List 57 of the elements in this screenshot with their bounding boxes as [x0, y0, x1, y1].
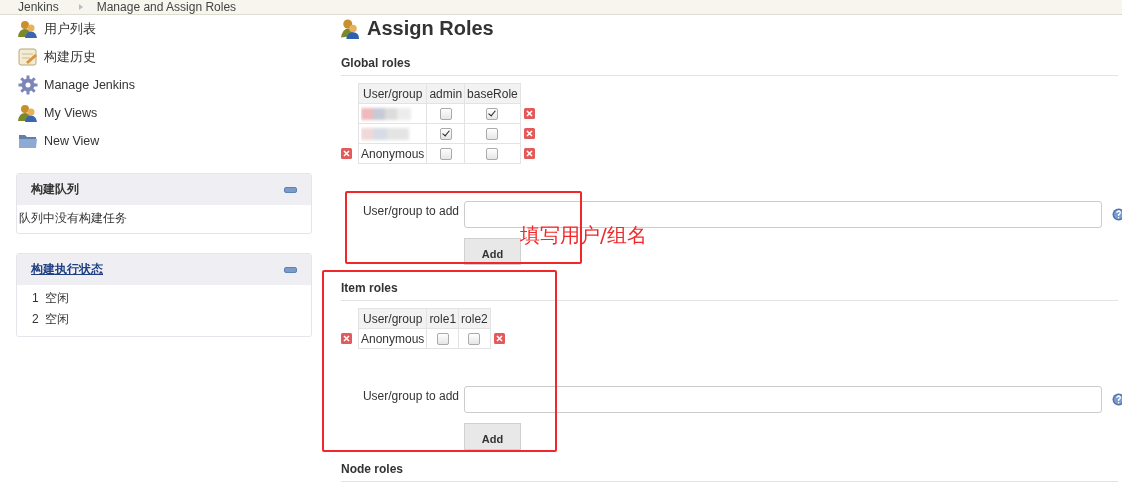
panel-title: 构建队列 — [31, 181, 79, 198]
delete-icon[interactable] — [523, 108, 535, 119]
executor-status: 空闲 — [44, 291, 69, 306]
sidebar-link[interactable]: 构建历史 — [44, 48, 96, 66]
people-icon — [341, 17, 359, 39]
breadcrumb-link[interactable]: Jenkins — [18, 0, 59, 14]
checkbox[interactable] — [486, 148, 499, 161]
checkbox[interactable] — [486, 128, 499, 141]
help-icon[interactable] — [1112, 393, 1122, 406]
delete-icon[interactable] — [341, 148, 352, 159]
breadcrumb-arrow-icon — [78, 4, 83, 10]
checkbox[interactable] — [439, 108, 452, 121]
user-name: Anonymous — [361, 331, 425, 346]
delete-icon[interactable] — [523, 128, 535, 139]
field-label: User/group to add — [361, 388, 459, 403]
executor-number: 2 — [32, 312, 39, 327]
add-button[interactable]: Add — [464, 423, 521, 450]
delete-icon[interactable] — [341, 333, 352, 344]
people-icon[interactable] — [18, 20, 38, 38]
sidebar-link[interactable]: 用户列表 — [44, 20, 96, 38]
column-header: admin — [426, 83, 465, 104]
sidebar-link[interactable]: Manage Jenkins — [44, 78, 136, 92]
user-name: Anonymous — [361, 146, 425, 161]
page-title: Assign Roles — [367, 16, 494, 40]
executor-status: 空闲 — [44, 312, 69, 327]
checkbox[interactable] — [468, 333, 481, 346]
column-header: User/group — [358, 308, 427, 329]
field-label: User/group to add — [361, 203, 459, 218]
checkbox[interactable] — [439, 128, 452, 141]
panel-title-link[interactable]: 构建执行状态 — [31, 261, 103, 278]
executor-number: 1 — [32, 291, 39, 306]
delete-icon[interactable] — [523, 148, 535, 159]
gear-icon[interactable] — [18, 75, 38, 95]
people-icon[interactable] — [18, 104, 38, 122]
section-heading: Node roles — [341, 462, 1118, 482]
section-heading: Item roles — [341, 281, 1118, 301]
delete-icon[interactable] — [493, 333, 505, 344]
breadcrumb-link[interactable]: Manage and Assign Roles — [96, 0, 237, 14]
checkbox[interactable] — [486, 108, 499, 121]
help-icon[interactable] — [1112, 208, 1122, 221]
collapse-icon[interactable] — [284, 266, 297, 273]
folder-icon[interactable] — [18, 132, 38, 150]
sidebar-link[interactable]: My Views — [44, 106, 98, 120]
column-header: baseRole — [464, 83, 521, 104]
column-header: role2 — [458, 308, 491, 329]
checkbox[interactable] — [439, 148, 452, 161]
queue-message: 队列中没有构建任务 — [19, 210, 128, 227]
column-header: User/group — [358, 83, 427, 104]
annotation-text: 填写用户/组名 — [520, 222, 647, 249]
column-header: role1 — [426, 308, 459, 329]
checkbox[interactable] — [436, 333, 449, 346]
add-button[interactable]: Add — [464, 238, 521, 265]
input-field[interactable] — [464, 386, 1102, 413]
collapse-icon[interactable] — [284, 186, 297, 193]
notepad-icon[interactable] — [18, 48, 38, 66]
section-heading: Global roles — [341, 56, 1118, 76]
sidebar-link[interactable]: New View — [44, 134, 100, 148]
